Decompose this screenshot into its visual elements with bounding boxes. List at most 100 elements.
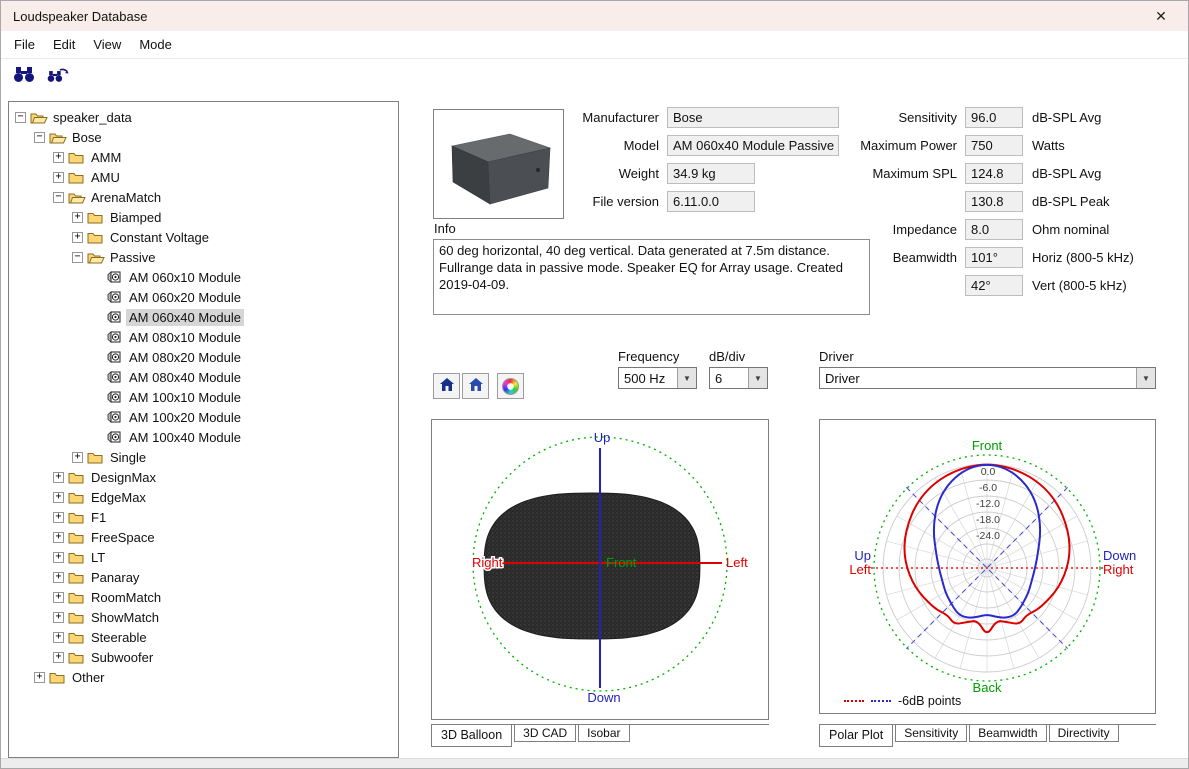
maximum-spl-field[interactable]: 124.8 <box>965 163 1023 184</box>
home-alt-view-button[interactable] <box>462 373 489 399</box>
tree-item-lt[interactable]: +LT <box>9 547 398 567</box>
tree-item-freespace[interactable]: +FreeSpace <box>9 527 398 547</box>
tab-beamwidth[interactable]: Beamwidth <box>969 725 1046 742</box>
balloon-3d-canvas[interactable]: UpDownRightLeftFront <box>432 420 768 719</box>
expand-icon[interactable]: + <box>53 532 64 543</box>
tab-isobar[interactable]: Isobar <box>578 725 629 742</box>
expand-icon[interactable]: + <box>53 512 64 523</box>
expand-icon[interactable]: + <box>53 592 64 603</box>
menu-item-edit[interactable]: Edit <box>44 31 84 59</box>
tree-item-am-100x20-module[interactable]: AM 100x20 Module <box>9 407 398 427</box>
frequency-select[interactable]: 500 Hz ▼ <box>618 367 697 389</box>
file-version-field[interactable]: 6.11.0.0 <box>667 191 755 212</box>
field-label: Sensitivity <box>839 110 957 125</box>
db-per-div-select[interactable]: 6 ▼ <box>709 367 768 389</box>
tree-item-f1[interactable]: +F1 <box>9 507 398 527</box>
expand-icon[interactable]: + <box>72 232 83 243</box>
field-label: File version <box>567 194 659 209</box>
expand-icon[interactable]: + <box>53 612 64 623</box>
collapse-icon[interactable]: − <box>15 112 26 123</box>
menu-item-view[interactable]: View <box>84 31 130 59</box>
find-button[interactable] <box>11 64 37 88</box>
folder-icon <box>68 591 88 604</box>
detail-row: ModelAM 060x40 Module Passive <box>567 135 839 156</box>
tree-item-am-060x20-module[interactable]: AM 060x20 Module <box>9 287 398 307</box>
expand-icon[interactable]: + <box>53 152 64 163</box>
driver-select[interactable]: Driver ▼ <box>819 367 1156 389</box>
tree-item-passive[interactable]: − Passive <box>9 247 398 267</box>
expand-icon[interactable]: + <box>53 552 64 563</box>
collapse-icon[interactable]: − <box>34 132 45 143</box>
ring-label: 0.0 <box>981 466 996 478</box>
tree-item-bose[interactable]: −Bose <box>9 127 398 147</box>
tree-item-am-080x40-module[interactable]: AM 080x40 Module <box>9 367 398 387</box>
tree-item-am-060x40-module[interactable]: AM 060x40 Module <box>9 307 398 327</box>
tab-3d-cad[interactable]: 3D CAD <box>514 725 576 742</box>
tree-item-steerable[interactable]: +Steerable <box>9 627 398 647</box>
tree-item-amm[interactable]: +AMM <box>9 147 398 167</box>
tree-item-am-100x10-module[interactable]: AM 100x10 Module <box>9 387 398 407</box>
chevron-down-icon[interactable]: ▼ <box>677 368 696 388</box>
frequency-label: Frequency <box>618 349 679 364</box>
menu-item-mode[interactable]: Mode <box>130 31 181 59</box>
collapse-icon[interactable]: − <box>53 192 64 203</box>
maximum-power-field[interactable]: 750 <box>965 135 1023 156</box>
tree-item-am-060x10-module[interactable]: AM 060x10 Module <box>9 267 398 287</box>
expand-icon[interactable]: + <box>53 572 64 583</box>
manufacturer-field[interactable]: Bose <box>667 107 839 128</box>
tree-item-arenamatch[interactable]: −ArenaMatch <box>9 187 398 207</box>
tree-item-subwoofer[interactable]: +Subwoofer <box>9 647 398 667</box>
tree-item-edgemax[interactable]: +EdgeMax <box>9 487 398 507</box>
polar-plot-canvas[interactable]: 0.0-6.0-12.0-18.0-24.0FrontBackUpLeftDow… <box>820 420 1155 713</box>
expand-icon[interactable]: + <box>53 652 64 663</box>
tree-item-other[interactable]: +Other <box>9 667 398 687</box>
close-button[interactable]: ✕ <box>1146 8 1176 25</box>
folder-open-icon <box>49 131 69 144</box>
tree-item-single[interactable]: +Single <box>9 447 398 467</box>
weight-field[interactable]: 34.9 kg <box>667 163 755 184</box>
info-box[interactable]: 60 deg horizontal, 40 deg vertical. Data… <box>433 239 870 315</box>
model-field[interactable]: AM 060x40 Module Passive <box>667 135 839 156</box>
tab-polar-plot[interactable]: Polar Plot <box>819 725 893 747</box>
tree-item-label: Passive <box>107 249 159 266</box>
beamwidth-field[interactable]: 101° <box>965 247 1023 268</box>
expand-icon[interactable]: + <box>53 632 64 643</box>
collapse-icon[interactable]: − <box>72 252 83 263</box>
expand-icon[interactable]: + <box>53 172 64 183</box>
home-view-button[interactable] <box>433 373 460 399</box>
vert-800-5-khz-field[interactable]: 42° <box>965 275 1023 296</box>
expand-icon[interactable]: + <box>53 472 64 483</box>
tree-item-panaray[interactable]: +Panaray <box>9 567 398 587</box>
db-spl-peak-field[interactable]: 130.8 <box>965 191 1023 212</box>
tab-directivity[interactable]: Directivity <box>1049 725 1119 742</box>
tree-item-am-100x40-module[interactable]: AM 100x40 Module <box>9 427 398 447</box>
impedance-field[interactable]: 8.0 <box>965 219 1023 240</box>
color-scale-button[interactable] <box>497 373 524 399</box>
expand-icon[interactable]: + <box>34 672 45 683</box>
db-per-div-value: 6 <box>715 371 722 386</box>
expand-icon[interactable]: + <box>72 212 83 223</box>
tree-item-am-080x10-module[interactable]: AM 080x10 Module <box>9 327 398 347</box>
sensitivity-field[interactable]: 96.0 <box>965 107 1023 128</box>
expand-icon[interactable]: + <box>72 452 83 463</box>
balloon-plot[interactable]: UpDownRightLeftFront <box>431 419 769 720</box>
tab-3d-balloon[interactable]: 3D Balloon <box>431 725 512 747</box>
menu-item-file[interactable]: File <box>5 31 44 59</box>
tree-item-biamped[interactable]: +Biamped <box>9 207 398 227</box>
polar-plot[interactable]: 0.0-6.0-12.0-18.0-24.0FrontBackUpLeftDow… <box>819 419 1156 714</box>
legend-label: -6dB points <box>898 694 961 708</box>
tree-item-label: AM 100x10 Module <box>126 389 244 406</box>
expand-icon[interactable]: + <box>53 492 64 503</box>
find-next-button[interactable] <box>45 64 71 88</box>
tab-sensitivity[interactable]: Sensitivity <box>895 725 967 742</box>
tree-item-constant-voltage[interactable]: +Constant Voltage <box>9 227 398 247</box>
tree-item-roommatch[interactable]: +RoomMatch <box>9 587 398 607</box>
polar-tabstrip: Polar PlotSensitivityBeamwidthDirectivit… <box>819 724 1156 750</box>
tree-item-showmatch[interactable]: +ShowMatch <box>9 607 398 627</box>
tree-item-designmax[interactable]: +DesignMax <box>9 467 398 487</box>
tree-item-amu[interactable]: +AMU <box>9 167 398 187</box>
tree-item-am-080x20-module[interactable]: AM 080x20 Module <box>9 347 398 367</box>
tree-item-speaker-data[interactable]: −speaker_data <box>9 107 398 127</box>
chevron-down-icon[interactable]: ▼ <box>748 368 767 388</box>
chevron-down-icon[interactable]: ▼ <box>1136 368 1155 388</box>
